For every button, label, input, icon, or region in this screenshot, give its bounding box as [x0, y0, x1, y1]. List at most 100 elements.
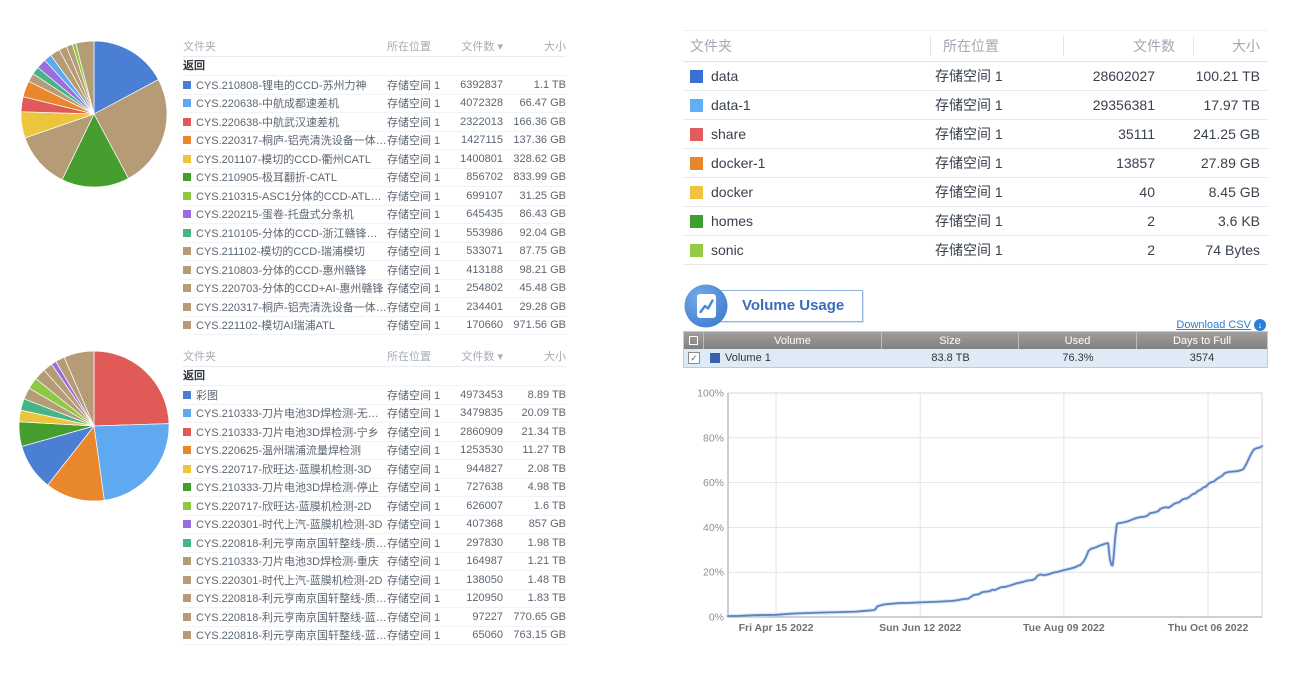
- folder-name[interactable]: CYS.210333-刀片电池3D焊检测-宁乡: [196, 424, 379, 440]
- shared-folder-row[interactable]: docker-1存储空间 11385727.89 GB: [683, 149, 1268, 178]
- folder-row[interactable]: CYS.210105-分体的CCD-浙江赣锋（兰溪）存储空间 155398692…: [183, 224, 566, 243]
- folder-name[interactable]: CYS.210315-ASC1分体的CCD-ATL分条机: [196, 188, 387, 204]
- line-chart-document-icon: [683, 283, 729, 334]
- folder-name[interactable]: CYS.220703-分体的CCD+AI-惠州赣锋: [196, 280, 383, 296]
- column-header-size[interactable]: Size: [882, 332, 1019, 349]
- back-link[interactable]: 返回: [183, 57, 566, 76]
- folder-size-pie-chart-bottom[interactable]: [18, 350, 170, 507]
- folder-name[interactable]: CYS.220818-利元亨南京国轩整线-蓝膜激光焊缝-...: [196, 609, 387, 625]
- column-header-size[interactable]: 大小: [1194, 36, 1268, 56]
- column-header-location[interactable]: 所在位置: [931, 36, 1064, 56]
- folder-name[interactable]: CYS.220301-时代上汽-蓝膜机检测-3D: [196, 516, 382, 532]
- folder-row[interactable]: CYS.220717-欣旺达-蓝膜机检测-2D存储空间 16260071.6 T…: [183, 497, 566, 516]
- folder-name[interactable]: CYS.220717-欣旺达-蓝膜机检测-2D: [196, 498, 371, 514]
- folder-name[interactable]: CYS.210905-极耳翻折-CATL: [196, 169, 337, 185]
- folder-row[interactable]: CYS.211102-模切的CCD-瑞浦模切存储空间 153307187.75 …: [183, 243, 566, 262]
- folder-size: 1.21 TB: [503, 555, 566, 567]
- folder-row[interactable]: CYS.220317-桐庐-铝壳清洗设备一体机-定位存储空间 123440129…: [183, 298, 566, 317]
- folder-name[interactable]: CYS.220638-中航武汉速差机: [196, 114, 339, 130]
- download-csv-link[interactable]: Download CSV ↓: [1176, 319, 1266, 331]
- shared-folder-row[interactable]: docker存储空间 1408.45 GB: [683, 178, 1268, 207]
- column-header-volume[interactable]: Volume: [704, 332, 882, 349]
- folder-name[interactable]: data-1: [711, 97, 751, 113]
- folder-name[interactable]: CYS.211102-模切的CCD-瑞浦模切: [196, 243, 365, 259]
- folder-name[interactable]: CYS.210333-刀片电池3D焊检测-无为-2期: [196, 405, 387, 421]
- select-all-checkbox[interactable]: [684, 332, 704, 349]
- column-header-folder[interactable]: 文件夹: [183, 348, 387, 364]
- folder-row[interactable]: CYS.220818-利元亨南京国轩整线-蓝膜激光焊缝-...存储空间 1972…: [183, 608, 566, 627]
- folder-row[interactable]: CYS.210333-刀片电池3D焊检测-停止存储空间 17276384.98 …: [183, 479, 566, 498]
- folder-name[interactable]: sonic: [711, 242, 744, 258]
- pie-slice[interactable]: [94, 424, 169, 501]
- folder-row[interactable]: CYS.221102-模切AI瑞浦ATL存储空间 1170660971.56 G…: [183, 317, 566, 336]
- column-header-count[interactable]: 文件数: [1064, 36, 1194, 56]
- folder-row[interactable]: CYS.220215-蛋卷-托盘式分条机存储空间 164543586.43 GB: [183, 206, 566, 225]
- shared-folder-row[interactable]: share存储空间 135111241.25 GB: [683, 120, 1268, 149]
- folder-name[interactable]: docker-1: [711, 155, 765, 171]
- folder-row[interactable]: CYS.210808-锂电的CCD-苏州力神存储空间 163928371.1 T…: [183, 76, 566, 95]
- folder-row[interactable]: CYS.220301-时代上汽-蓝膜机检测-2D存储空间 11380501.48…: [183, 571, 566, 590]
- folder-row[interactable]: CYS.210803-分体的CCD-惠州赣锋存储空间 141318898.21 …: [183, 261, 566, 280]
- folder-row[interactable]: CYS.210905-极耳翻折-CATL存储空间 1856702833.99 G…: [183, 169, 566, 188]
- folder-name[interactable]: CYS.210803-分体的CCD-惠州赣锋: [196, 262, 367, 278]
- folder-name[interactable]: CYS.210333-刀片电池3D焊检测-停止: [196, 479, 379, 495]
- folder-name[interactable]: CYS.220301-时代上汽-蓝膜机检测-2D: [196, 572, 382, 588]
- folder-row[interactable]: CYS.201107-模切的CCD-衢州CATL存储空间 11400801328…: [183, 150, 566, 169]
- column-header-size[interactable]: 大小: [503, 348, 566, 364]
- folder-name[interactable]: CYS.210808-锂电的CCD-苏州力神: [196, 77, 367, 93]
- folder-name[interactable]: CYS.210105-分体的CCD-浙江赣锋（兰溪）: [196, 225, 387, 241]
- shared-folder-row[interactable]: data-1存储空间 12935638117.97 TB: [683, 91, 1268, 120]
- column-header-location[interactable]: 所在位置: [387, 38, 451, 54]
- folder-name[interactable]: 彩图: [196, 387, 218, 403]
- column-header-count[interactable]: 文件数 ▾: [451, 38, 503, 54]
- back-link[interactable]: 返回: [183, 367, 566, 386]
- folder-row[interactable]: CYS.220638-中航成都速差机存储空间 1407232866.47 GB: [183, 95, 566, 114]
- folder-name[interactable]: CYS.220215-蛋卷-托盘式分条机: [196, 206, 354, 222]
- folder-name[interactable]: CYS.220818-利元亨南京国轩整线-质量焊-2D: [196, 590, 387, 606]
- folder-size-pie-chart-top[interactable]: [20, 40, 168, 193]
- column-header-folder[interactable]: 文件夹: [683, 36, 931, 56]
- pie-slice[interactable]: [94, 351, 169, 426]
- column-header-used[interactable]: Used: [1019, 332, 1137, 349]
- folder-row[interactable]: CYS.210333-刀片电池3D焊检测-重庆存储空间 11649871.21 …: [183, 553, 566, 572]
- folder-name[interactable]: CYS.221102-模切AI瑞浦ATL: [196, 317, 335, 333]
- folder-name[interactable]: CYS.220317-桐庐-铝壳清洗设备一体机-定位: [196, 299, 387, 315]
- folder-name[interactable]: CYS.220625-温州瑞浦流量焊检测: [196, 442, 361, 458]
- folder-row[interactable]: CYS.220317-桐庐-铝壳清洗设备一体机-缺陷检测存储空间 1142711…: [183, 132, 566, 151]
- column-header-location[interactable]: 所在位置: [387, 348, 451, 364]
- folder-row[interactable]: CYS.220818-利元亨南京国轩整线-质量焊-3D存储空间 12978301…: [183, 534, 566, 553]
- folder-row[interactable]: 彩图存储空间 149734538.89 TB: [183, 386, 566, 405]
- folder-name[interactable]: CYS.220818-利元亨南京国轩整线-质量焊-3D: [196, 535, 387, 551]
- folder-name[interactable]: CYS.220317-桐庐-铝壳清洗设备一体机-缺陷检测: [196, 132, 387, 148]
- column-header-count[interactable]: 文件数 ▾: [451, 348, 503, 364]
- folder-name[interactable]: CYS.220638-中航成都速差机: [196, 95, 339, 111]
- folder-location: 存储空间 1: [387, 535, 451, 551]
- shared-folder-row[interactable]: data存储空间 128602027100.21 TB: [683, 62, 1268, 91]
- folder-row[interactable]: CYS.220818-利元亨南京国轩整线-蓝膜机存储空间 165060763.1…: [183, 627, 566, 646]
- folder-row[interactable]: CYS.220717-欣旺达-蓝膜机检测-3D存储空间 19448272.08 …: [183, 460, 566, 479]
- folder-row[interactable]: CYS.220703-分体的CCD+AI-惠州赣锋存储空间 125480245.…: [183, 280, 566, 299]
- folder-name[interactable]: share: [711, 126, 746, 142]
- folder-name[interactable]: homes: [711, 213, 753, 229]
- folder-row[interactable]: CYS.210333-刀片电池3D焊检测-宁乡存储空间 1286090921.3…: [183, 423, 566, 442]
- folder-name[interactable]: CYS.201107-模切的CCD-衢州CATL: [196, 151, 371, 167]
- folder-row[interactable]: CYS.220625-温州瑞浦流量焊检测存储空间 1125353011.27 T…: [183, 442, 566, 461]
- column-header-days-to-full[interactable]: Days to Full: [1137, 332, 1267, 349]
- folder-color-swatch: [183, 409, 191, 417]
- folder-name[interactable]: docker: [711, 184, 753, 200]
- shared-folder-row[interactable]: sonic存储空间 1274 Bytes: [683, 236, 1268, 265]
- column-header-size[interactable]: 大小: [503, 38, 566, 54]
- volume-checkbox[interactable]: ✓: [688, 352, 700, 364]
- shared-folder-row[interactable]: homes存储空间 123.6 KB: [683, 207, 1268, 236]
- folder-row[interactable]: CYS.220638-中航武汉速差机存储空间 12322013166.36 GB: [183, 113, 566, 132]
- folder-name[interactable]: CYS.220818-利元亨南京国轩整线-蓝膜机: [196, 627, 387, 643]
- folder-name[interactable]: CYS.220717-欣旺达-蓝膜机检测-3D: [196, 461, 371, 477]
- column-header-folder[interactable]: 文件夹: [183, 38, 387, 54]
- folder-row[interactable]: CYS.220301-时代上汽-蓝膜机检测-3D存储空间 1407368857 …: [183, 516, 566, 535]
- folder-row[interactable]: CYS.210333-刀片电池3D焊检测-无为-2期存储空间 134798352…: [183, 405, 566, 424]
- volume-row[interactable]: ✓ Volume 1 83.8 TB 76.3% 3574: [684, 349, 1267, 367]
- folder-name[interactable]: CYS.210333-刀片电池3D焊检测-重庆: [196, 553, 379, 569]
- folder-row[interactable]: CYS.220818-利元亨南京国轩整线-质量焊-2D存储空间 11209501…: [183, 590, 566, 609]
- folder-name[interactable]: data: [711, 68, 738, 84]
- folder-row[interactable]: CYS.210315-ASC1分体的CCD-ATL分条机存储空间 1699107…: [183, 187, 566, 206]
